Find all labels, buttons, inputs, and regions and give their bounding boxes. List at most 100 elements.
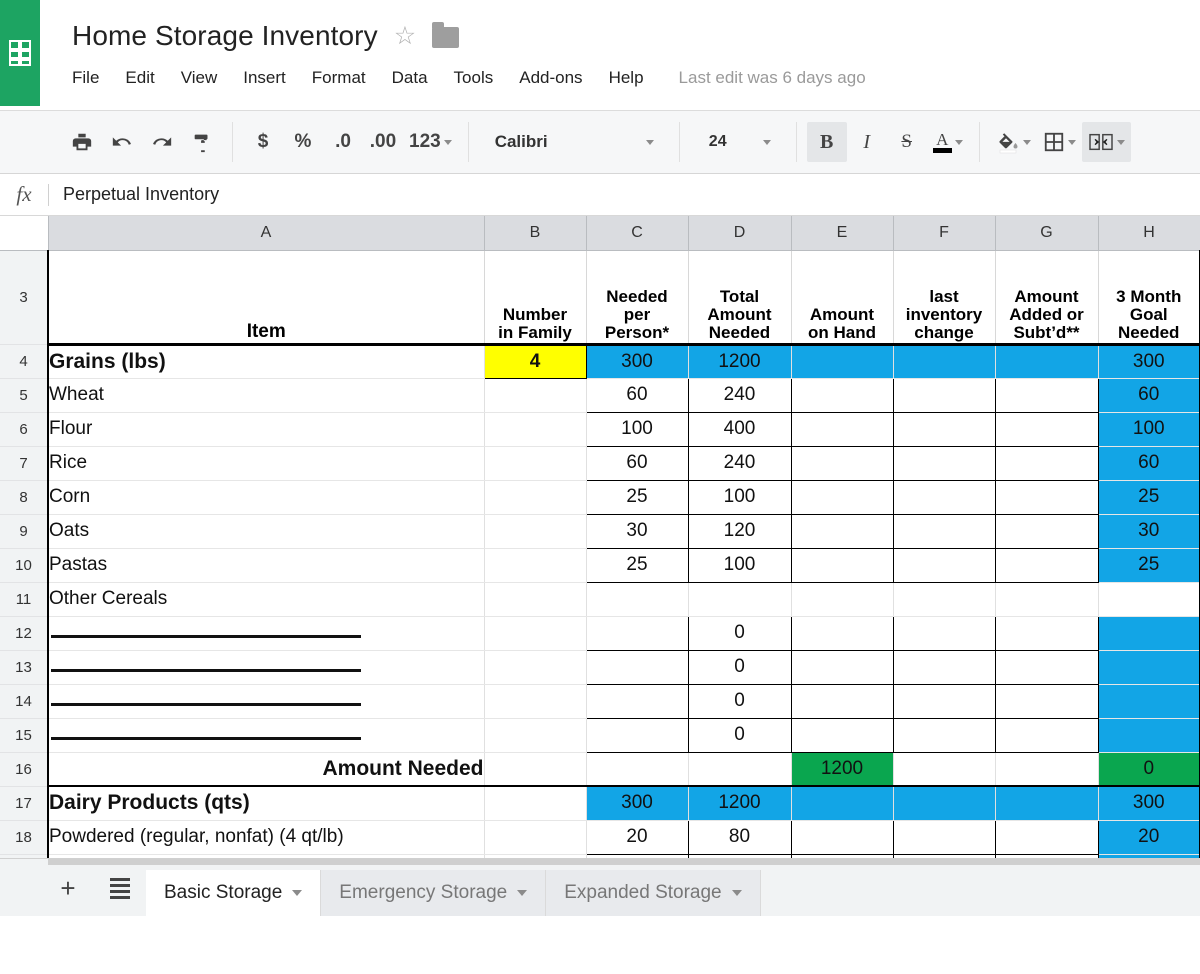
header-cell-needed-per-person[interactable]: Needed per Person* [586,250,689,346]
table-row[interactable]: 5 Wheat 60 240 60 [0,377,1200,413]
cell-d9[interactable]: 120 [687,513,792,549]
row-header-9[interactable]: 9 [0,514,49,549]
menu-item-help[interactable]: Help [596,64,657,92]
more-formats-button[interactable]: 123 [403,122,458,162]
cell-d17[interactable]: 1200 [688,786,792,821]
cell-c18[interactable]: 20 [585,819,689,855]
cell-e8[interactable] [790,479,894,515]
menu-item-insert[interactable]: Insert [230,64,299,92]
cell-f14[interactable] [892,683,996,719]
star-icon[interactable]: ☆ [394,23,416,49]
formula-input[interactable]: Perpetual Inventory [49,184,219,205]
cell-h14[interactable] [1098,684,1200,719]
row-header-10[interactable]: 10 [0,548,49,583]
redo-icon[interactable] [142,122,182,162]
borders-icon[interactable] [1037,122,1082,162]
cell-a18[interactable]: Powdered (regular, nonfat) (4 qt/lb) [47,820,485,855]
cell-h4[interactable]: 300 [1098,344,1200,379]
cell-h15[interactable] [1098,718,1200,753]
column-header-e[interactable]: E [791,216,894,251]
text-color-button[interactable]: A [927,122,969,162]
header-cell-item[interactable]: Item [47,250,485,346]
cell-h16[interactable]: 0 [1098,752,1200,787]
cell-e18[interactable] [790,819,894,855]
table-row[interactable]: 17 Dairy Products (qts) 300 1200 300 [0,786,1200,821]
cell-b8[interactable] [484,480,587,515]
undo-icon[interactable] [102,122,142,162]
table-row[interactable]: 10 Pastas 25 100 25 [0,547,1200,583]
table-row[interactable]: 7 Rice 60 240 60 [0,445,1200,481]
page-title[interactable]: Home Storage Inventory [72,20,378,52]
cell-a17[interactable]: Dairy Products (qts) [47,786,485,821]
row-header-4[interactable]: 4 [0,344,49,379]
cell-d13[interactable]: 0 [687,649,792,685]
row-header-18[interactable]: 18 [0,820,49,855]
cell-b17[interactable] [484,786,587,821]
header-cell-total-amount-needed[interactable]: Total Amount Needed [688,250,792,346]
chevron-down-icon[interactable] [731,890,742,896]
cell-f7[interactable] [892,445,996,481]
cell-g12[interactable] [994,615,1099,651]
cell-f17[interactable] [893,786,996,821]
table-row[interactable]: 16 Amount Needed 1200 0 [0,752,1200,787]
row-header-13[interactable]: 13 [0,650,49,685]
cell-b15[interactable] [484,718,587,753]
header-cell-amount-on-hand[interactable]: Amount on Hand [791,250,894,346]
cell-e13[interactable] [790,649,894,685]
horizontal-scrollbar[interactable] [48,859,1200,865]
cell-c17[interactable]: 300 [586,786,689,821]
menu-item-file[interactable]: File [72,64,112,92]
percent-format-button[interactable]: % [283,122,323,162]
cell-a15[interactable] [47,718,485,753]
column-header-a[interactable]: A [48,216,485,251]
increase-decimal-button[interactable]: .00 [363,122,403,162]
cell-f11[interactable] [893,582,996,617]
cell-e12[interactable] [790,615,894,651]
column-header-b[interactable]: B [484,216,587,251]
menu-item-addons[interactable]: Add-ons [506,64,595,92]
cell-e14[interactable] [790,683,894,719]
bold-button[interactable]: B [806,122,847,162]
cell-a7[interactable]: Rice [47,446,485,481]
chevron-down-icon[interactable] [292,890,303,896]
cell-a6[interactable]: Flour [47,412,485,447]
row-header-16[interactable]: 16 [0,752,49,787]
cell-e5[interactable] [790,377,894,413]
row-header-8[interactable]: 8 [0,480,49,515]
cell-b18[interactable] [484,820,587,855]
cell-a12[interactable] [47,616,485,651]
sheet-tab-emergency-storage[interactable]: Emergency Storage [321,870,547,916]
cell-c11[interactable] [586,582,689,617]
table-row[interactable]: 4 Grains (lbs) 4 300 1200 300 [0,343,1200,379]
cell-b13[interactable] [484,650,587,685]
add-sheet-button[interactable]: + [42,864,94,912]
currency-format-button[interactable]: $ [243,122,283,162]
row-header-17[interactable]: 17 [0,786,49,821]
table-row[interactable]: 14 0 [0,683,1200,719]
merge-cells-icon[interactable] [1081,122,1131,162]
cell-g15[interactable] [994,717,1099,753]
cell-h18[interactable]: 20 [1098,820,1200,855]
cell-g7[interactable] [994,445,1099,481]
cell-a5[interactable]: Wheat [47,378,485,413]
cell-h11[interactable] [1098,582,1200,617]
table-row[interactable]: 11 Other Cereals [0,582,1200,617]
cell-b10[interactable] [484,548,587,583]
paint-format-icon[interactable] [182,122,222,162]
row-header-5[interactable]: 5 [0,378,49,413]
decrease-decimal-button[interactable]: .0 [323,122,363,162]
cell-d4[interactable]: 1200 [688,344,792,379]
cell-c10[interactable]: 25 [585,547,689,583]
cell-d8[interactable]: 100 [687,479,792,515]
font-size-select[interactable]: 24 [690,133,746,151]
cell-e9[interactable] [790,513,894,549]
row-header-15[interactable]: 15 [0,718,49,753]
cell-d7[interactable]: 240 [687,445,792,481]
table-row[interactable]: 6 Flour 100 400 100 [0,411,1200,447]
cell-g9[interactable] [994,513,1099,549]
cell-b11[interactable] [484,582,587,617]
strikethrough-button[interactable]: S [887,122,927,162]
cell-d16[interactable] [688,752,792,787]
cell-g17[interactable] [995,786,1099,821]
cell-b12[interactable] [484,616,587,651]
